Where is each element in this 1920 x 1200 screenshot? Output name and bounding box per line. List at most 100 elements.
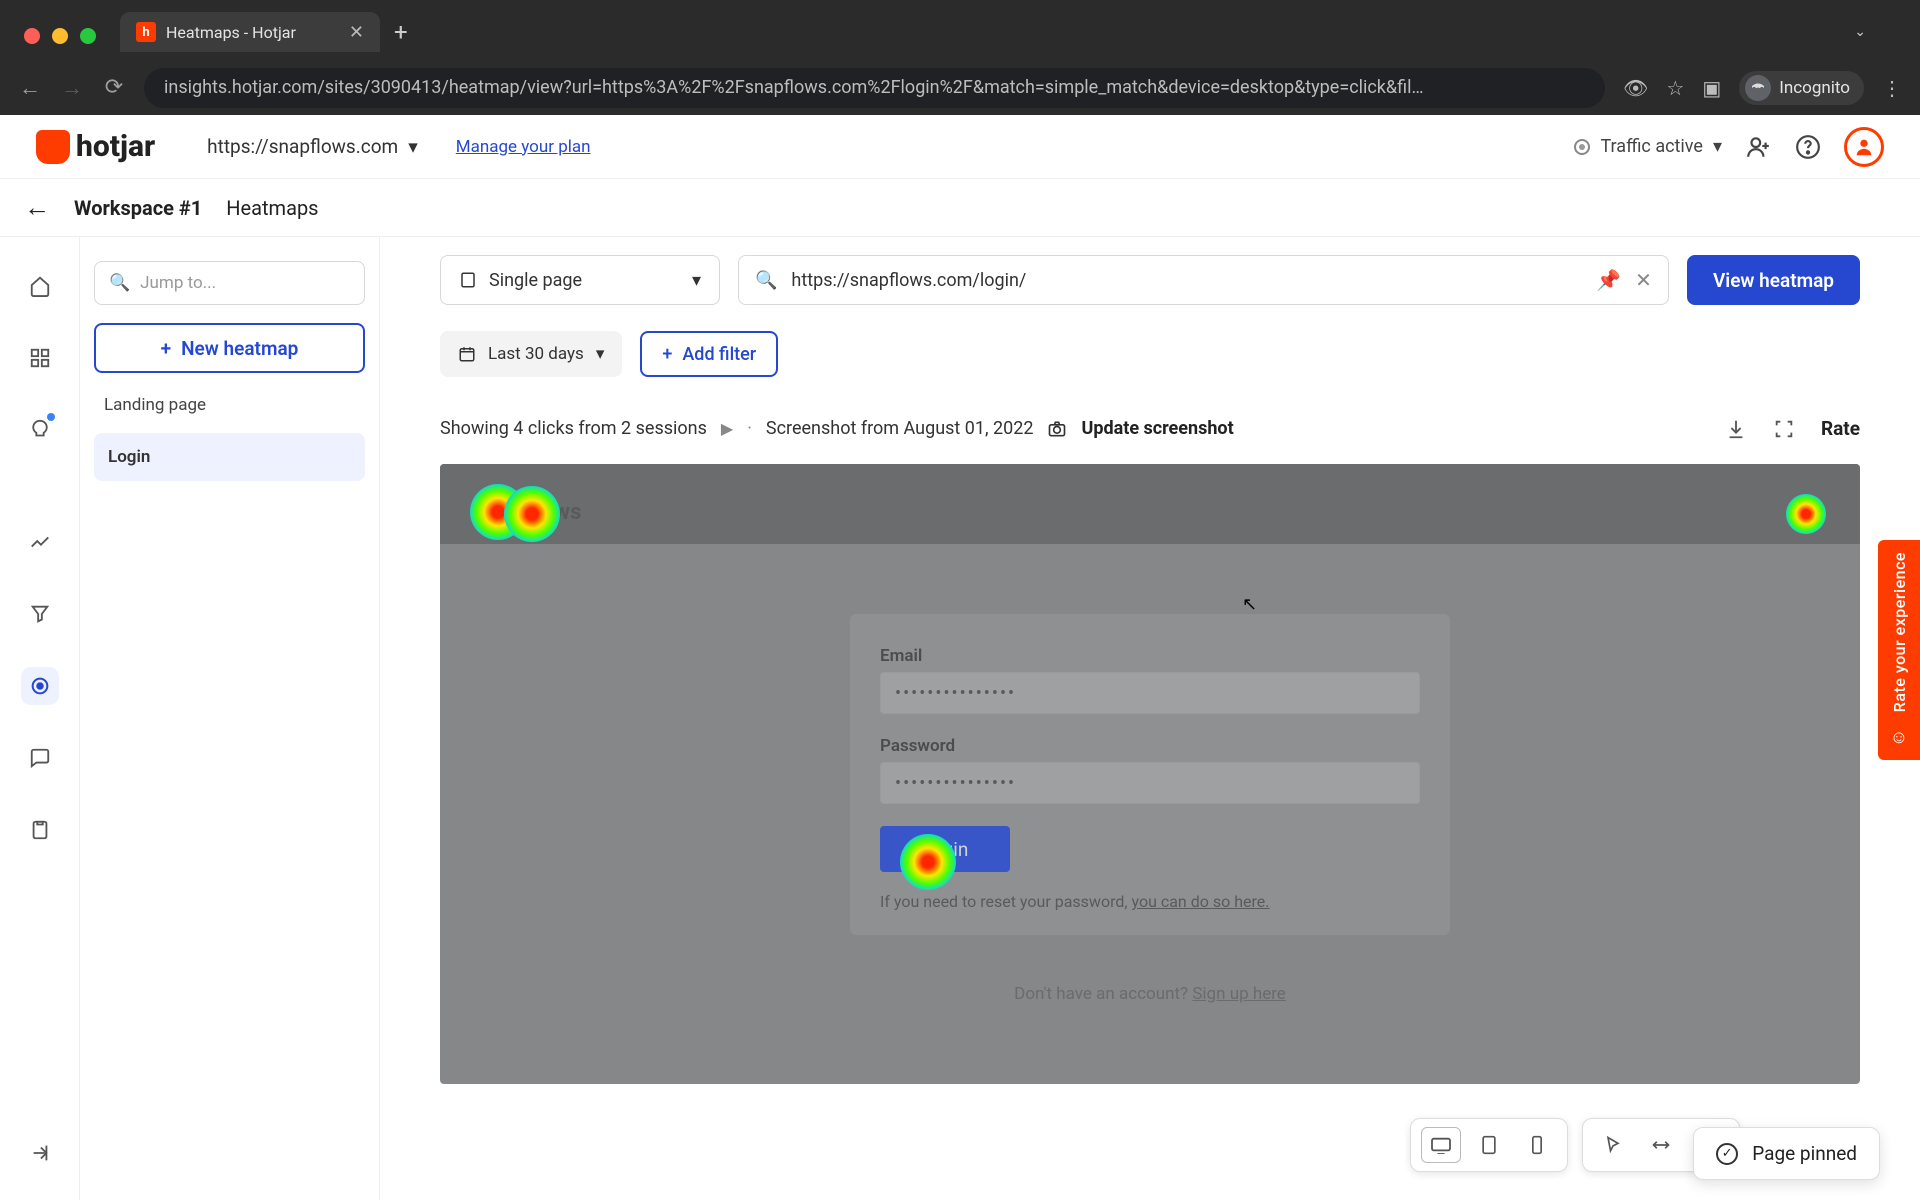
traffic-status[interactable]: Traffic active ▾ (1574, 136, 1722, 157)
window-minimize[interactable] (52, 28, 68, 44)
nav-funnels-icon[interactable] (21, 595, 59, 633)
download-icon[interactable] (1725, 418, 1747, 440)
collapse-rail-icon[interactable] (21, 1134, 59, 1172)
heatmap-preview: Snapflows Email ••••••••••••••• Password… (440, 464, 1860, 1084)
saved-heatmap-login[interactable]: Login (94, 433, 365, 481)
brand-text: hotjar (76, 129, 155, 164)
heatmap-list-panel: 🔍 Jump to... + New heatmap Landing page … (80, 237, 380, 1200)
invite-user-icon[interactable] (1744, 133, 1772, 161)
rate-experience-tab[interactable]: Rate your experience ☺ (1878, 540, 1920, 760)
heat-spot (504, 486, 560, 542)
signup-text: Don't have an account? Sign up here (1014, 984, 1286, 1004)
incognito-indicator[interactable]: Incognito (1739, 71, 1864, 105)
info-row: Showing 4 clicks from 2 sessions ▶ · Scr… (440, 417, 1860, 440)
back-icon[interactable]: ← (18, 75, 42, 101)
saved-heatmap-landing[interactable]: Landing page (94, 391, 365, 415)
plus-icon: + (662, 344, 672, 365)
hotjar-logo[interactable]: hotjar (36, 129, 155, 164)
url-input[interactable] (791, 270, 1582, 291)
bookmark-star-icon[interactable]: ☆ (1666, 76, 1684, 100)
nav-highlights-icon[interactable] (21, 411, 59, 449)
nav-feedback-icon[interactable] (21, 739, 59, 777)
close-tab-icon[interactable]: ✕ (349, 22, 364, 43)
eye-off-icon[interactable]: 👁 (1623, 76, 1648, 100)
date-range-select[interactable]: Last 30 days ▾ (440, 331, 622, 377)
camera-icon (1047, 419, 1067, 439)
address-bar[interactable]: insights.hotjar.com/sites/3090413/heatma… (144, 68, 1605, 108)
icon-rail (0, 237, 80, 1200)
device-mobile-icon[interactable] (1517, 1127, 1557, 1163)
chevron-down-icon: ▾ (596, 344, 605, 364)
date-range-label: Last 30 days (488, 344, 584, 364)
saved-heatmap-login-label: Login (108, 447, 150, 467)
screenshot-date: Screenshot from August 01, 2022 (766, 418, 1034, 439)
controls-row: Single page ▾ 🔍 📌 ✕ View heatmap (440, 255, 1860, 305)
heatmap-move-icon[interactable] (1641, 1127, 1681, 1163)
plus-icon: + (161, 337, 171, 360)
help-icon[interactable] (1794, 133, 1822, 161)
site-selector[interactable]: https://snapflows.com ▾ (207, 135, 418, 158)
view-heatmap-button[interactable]: View heatmap (1687, 255, 1860, 305)
window-controls (24, 28, 96, 44)
jump-placeholder: Jump to... (140, 273, 216, 293)
chevron-down-icon: ▾ (1713, 136, 1722, 157)
add-filter-button[interactable]: + Add filter (640, 331, 778, 377)
nav-heatmaps-icon[interactable] (21, 667, 59, 705)
url-text: insights.hotjar.com/sites/3090413/heatma… (164, 77, 1424, 98)
email-label: Email (880, 646, 1420, 666)
breadcrumb-workspace[interactable]: Workspace #1 (74, 196, 202, 220)
main-content: Single page ▾ 🔍 📌 ✕ View heatmap Last 30… (380, 237, 1920, 1200)
window-zoom[interactable] (80, 28, 96, 44)
device-tablet-icon[interactable] (1469, 1127, 1509, 1163)
new-heatmap-label: New heatmap (181, 337, 298, 360)
nav-dashboard-icon[interactable] (21, 339, 59, 377)
breadcrumb-section: Heatmaps (226, 196, 318, 220)
jump-to-input[interactable]: 🔍 Jump to... (94, 261, 365, 305)
heat-spot (900, 834, 956, 890)
traffic-label: Traffic active (1600, 136, 1703, 157)
status-dot-icon (1574, 139, 1590, 155)
hotjar-favicon: h (136, 22, 156, 42)
tab-bar: h Heatmaps - Hotjar ✕ + ⌄ (120, 12, 1880, 52)
capture-area-icon[interactable] (1773, 418, 1795, 440)
clear-icon[interactable]: ✕ (1635, 268, 1652, 292)
update-screenshot-link[interactable]: Update screenshot (1081, 418, 1233, 439)
page-pinned-toast: ✓ Page pinned (1693, 1127, 1880, 1180)
menu-dots-icon[interactable]: ⋮ (1882, 76, 1902, 100)
extensions-icon[interactable]: ▣ (1702, 76, 1721, 100)
device-desktop-icon[interactable] (1421, 1127, 1461, 1163)
window-close[interactable] (24, 28, 40, 44)
view-heatmap-label: View heatmap (1713, 269, 1834, 292)
nav-trends-icon[interactable] (21, 523, 59, 561)
reload-icon[interactable]: ⟳ (102, 75, 126, 100)
reset-link: you can do so here. (1131, 892, 1269, 911)
site-header-region (440, 464, 1860, 544)
chevron-down-icon: ▾ (692, 270, 701, 291)
incognito-label: Incognito (1779, 78, 1850, 98)
tabs-dropdown-icon[interactable]: ⌄ (1854, 24, 1866, 40)
pin-icon[interactable]: 📌 (1596, 268, 1621, 292)
play-icon[interactable]: ▶ (721, 419, 733, 438)
url-input-box[interactable]: 🔍 📌 ✕ (738, 255, 1669, 305)
nav-surveys-icon[interactable] (21, 811, 59, 849)
toast-text: Page pinned (1752, 1142, 1857, 1165)
manage-plan-link[interactable]: Manage your plan (456, 137, 591, 157)
rate-button[interactable]: Rate (1821, 417, 1860, 440)
scope-label: Single page (489, 270, 582, 291)
browser-tab[interactable]: h Heatmaps - Hotjar ✕ (120, 12, 380, 52)
new-tab-button[interactable]: + (394, 18, 408, 46)
heatmap-click-icon[interactable] (1593, 1127, 1633, 1163)
breadcrumb-row: ← Workspace #1 Heatmaps (0, 179, 1920, 237)
showing-text: Showing 4 clicks from 2 sessions (440, 418, 707, 439)
address-actions: 👁 ☆ ▣ Incognito ⋮ (1623, 71, 1902, 105)
nav-home-icon[interactable] (21, 267, 59, 305)
device-toolbar (1410, 1118, 1740, 1172)
forward-icon[interactable]: → (60, 75, 84, 101)
add-filter-label: Add filter (682, 344, 756, 365)
back-arrow-icon[interactable]: ← (24, 192, 50, 223)
password-label: Password (880, 736, 1420, 756)
scope-select[interactable]: Single page ▾ (440, 255, 720, 305)
new-heatmap-button[interactable]: + New heatmap (94, 323, 365, 373)
user-avatar[interactable] (1844, 127, 1884, 167)
reset-password-text: If you need to reset your password, you … (880, 892, 1420, 911)
